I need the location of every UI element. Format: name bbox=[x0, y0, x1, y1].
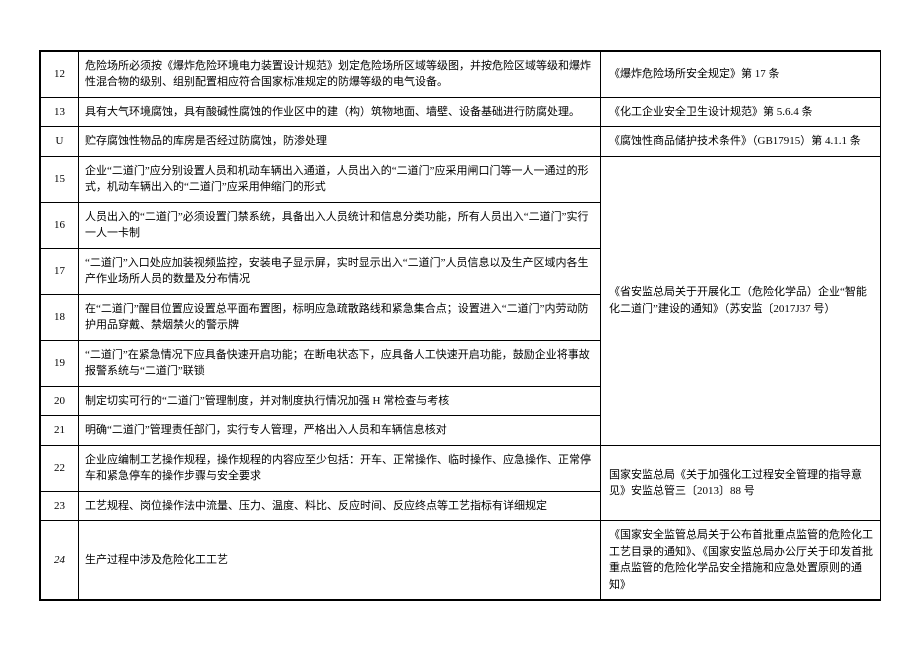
row-content: 明确“二道门”管理责任部门，实行专人管理，严格出入人员和车辆信息核对 bbox=[79, 416, 601, 446]
row-reference: 《爆炸危险场所安全规定》第 17 条 bbox=[601, 51, 881, 97]
row-content: 工艺规程、岗位操作法中流量、压力、温度、料比、反应时间、反应终点等工艺指标有详细… bbox=[79, 491, 601, 521]
row-number: 23 bbox=[41, 491, 79, 521]
row-number: 21 bbox=[41, 416, 79, 446]
row-content: 制定切实可行的“二道门”管理制度，并对制度执行情况加强 H 常检查与考核 bbox=[79, 386, 601, 416]
row-number: 18 bbox=[41, 294, 79, 340]
table-row: 13 具有大气环境腐蚀，具有酸碱性腐蚀的作业区中的建（构）筑物地面、墙壁、设备基… bbox=[41, 97, 881, 127]
table-row: 24 生产过程中涉及危险化工工艺 《国家安全监管总局关于公布首批重点监管的危险化… bbox=[41, 521, 881, 600]
row-reference: 《国家安全监管总局关于公布首批重点监管的危险化工工艺目录的通知》、《国家安监总局… bbox=[601, 521, 881, 600]
row-reference: 《化工企业安全卫生设计规范》第 5.6.4 条 bbox=[601, 97, 881, 127]
row-content: “二道门”入口处应加装视频监控，安装电子显示屏，实时显示出入“二道门”人员信息以… bbox=[79, 248, 601, 294]
row-content: 在“二道门”醒目位置应设置总平面布置图，标明应急疏散路线和紧急集合点；设置进入“… bbox=[79, 294, 601, 340]
table-row: U 贮存腐蚀性物品的库房是否经过防腐蚀，防渗处理 《腐蚀性商品储护技术条件》（G… bbox=[41, 127, 881, 157]
row-content: “二道门”在紧急情况下应具备快速开启功能；在断电状态下，应具备人工快速开启功能，… bbox=[79, 340, 601, 386]
row-content: 人员出入的“二道门”必须设置门禁系统，具备出入人员统计和信息分类功能，所有人员出… bbox=[79, 202, 601, 248]
row-number: U bbox=[41, 127, 79, 157]
row-number: 16 bbox=[41, 202, 79, 248]
table-row: 12 危险场所必须按《爆炸危险环境电力装置设计规范》划定危险场所区域等级图，并按… bbox=[41, 51, 881, 97]
row-number: 19 bbox=[41, 340, 79, 386]
row-content: 企业“二道门”应分别设置人员和机动车辆出入通道，人员出入的“二道门”应采用闸口门… bbox=[79, 156, 601, 202]
row-number: 17 bbox=[41, 248, 79, 294]
row-number: 24 bbox=[41, 521, 79, 600]
row-number: 22 bbox=[41, 445, 79, 491]
table-row: 22 企业应编制工艺操作规程，操作规程的内容应至少包括：开车、正常操作、临时操作… bbox=[41, 445, 881, 491]
row-number: 20 bbox=[41, 386, 79, 416]
row-number: 13 bbox=[41, 97, 79, 127]
regulation-table: 12 危险场所必须按《爆炸危险环境电力装置设计规范》划定危险场所区域等级图，并按… bbox=[40, 51, 881, 601]
row-number: 12 bbox=[41, 51, 79, 97]
row-number: 15 bbox=[41, 156, 79, 202]
row-reference: 《腐蚀性商品储护技术条件》（GB17915）第 4.1.1 条 bbox=[601, 127, 881, 157]
row-content: 生产过程中涉及危险化工工艺 bbox=[79, 521, 601, 600]
row-content: 企业应编制工艺操作规程，操作规程的内容应至少包括：开车、正常操作、临时操作、应急… bbox=[79, 445, 601, 491]
row-content: 贮存腐蚀性物品的库房是否经过防腐蚀，防渗处理 bbox=[79, 127, 601, 157]
row-content: 具有大气环境腐蚀，具有酸碱性腐蚀的作业区中的建（构）筑物地面、墙壁、设备基础进行… bbox=[79, 97, 601, 127]
row-reference-merged: 《省安监总局关于开展化工（危险化学品）企业“智能化二道门”建设的通知》（苏安监〔… bbox=[601, 156, 881, 445]
row-reference-merged: 国家安监总局《关于加强化工过程安全管理的指导意见》安监总管三〔2013〕88 号 bbox=[601, 445, 881, 521]
row-content: 危险场所必须按《爆炸危险环境电力装置设计规范》划定危险场所区域等级图，并按危险区… bbox=[79, 51, 601, 97]
regulation-table-page: 12 危险场所必须按《爆炸危险环境电力装置设计规范》划定危险场所区域等级图，并按… bbox=[39, 50, 881, 602]
table-row: 15 企业“二道门”应分别设置人员和机动车辆出入通道，人员出入的“二道门”应采用… bbox=[41, 156, 881, 202]
